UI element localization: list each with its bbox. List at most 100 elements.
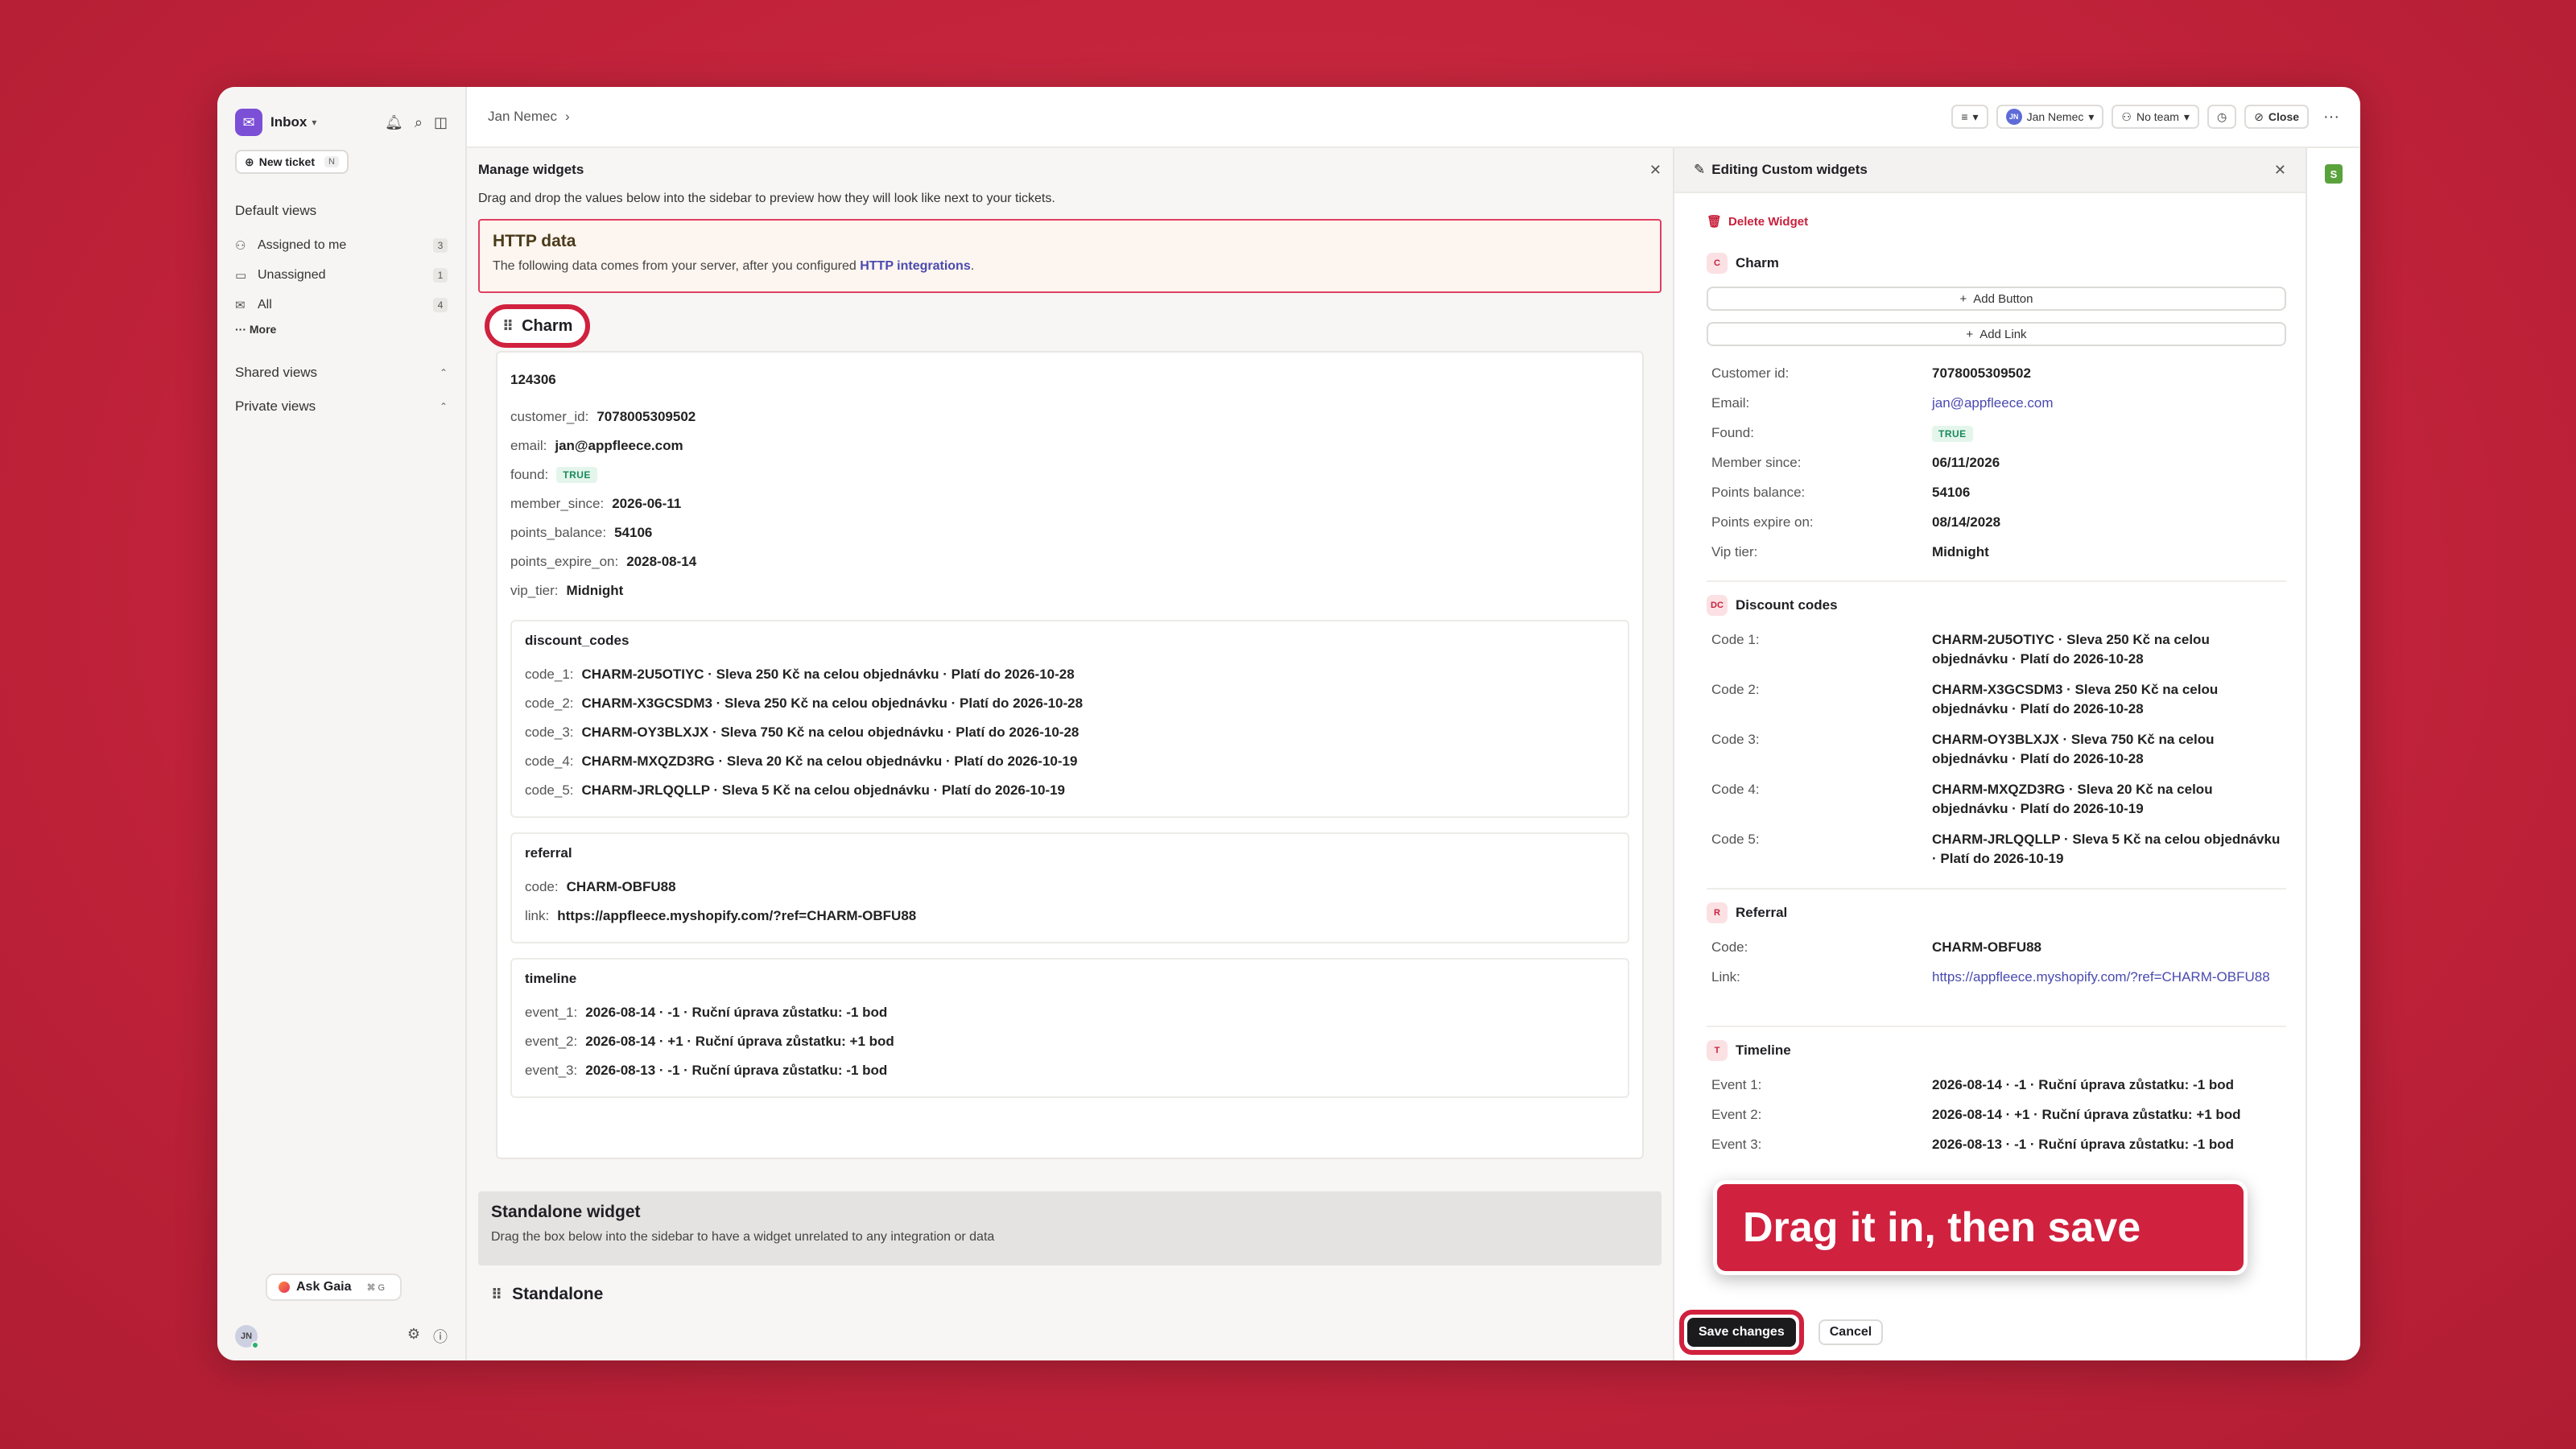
topbar: Jan Nemec › ≡ ▾ JN Jan Nemec ▾ ⚇ No team… <box>467 87 2360 148</box>
drag-handle-icon[interactable]: ⠿ <box>502 318 514 335</box>
discount-codes-title: DC Discount codes <box>1707 595 2286 616</box>
add-link-button[interactable]: + Add Link <box>1707 322 2286 346</box>
field-row[interactable]: event_2: 2026-08-14 · +1 · Ruční úprava z… <box>525 1027 1615 1056</box>
discount-codes-group[interactable]: discount_codes code_1: CHARM-2U5OTIYC · S… <box>510 620 1629 818</box>
charm-data-card: 124306 customer_id: 7078005309502 email: j… <box>496 351 1644 1159</box>
field-row[interactable]: Code 2: CHARM-X3GCSDM3 · Sleva 250 Kč na … <box>1711 680 2286 730</box>
priority-icon: ≡ <box>1961 110 1968 123</box>
field-row[interactable]: Code 5: CHARM-JRLQQLLP · Sleva 5 Kč na ce… <box>1711 830 2286 880</box>
field-row[interactable]: Code 1: CHARM-2U5OTIYC · Sleva 250 Kč na … <box>1711 630 2286 680</box>
field-row[interactable]: code_3: CHARM-OY3BLXJX · Sleva 750 Kč na … <box>525 718 1615 747</box>
assignee-dropdown[interactable]: JN Jan Nemec ▾ <box>1996 105 2104 129</box>
close-ticket-button[interactable]: ⊘ Close <box>2244 105 2310 129</box>
field-row[interactable]: vip_tier: Midnight <box>510 576 1629 605</box>
priority-dropdown[interactable]: ≡ ▾ <box>1951 105 1988 129</box>
field-row[interactable]: code_4: CHARM-MXQZD3RG · Sleva 20 Kč na c… <box>525 747 1615 776</box>
plus-icon: + <box>1959 291 1967 306</box>
private-views-toggle[interactable]: Private views ⌃ <box>235 398 448 415</box>
field-row[interactable]: email: jan@appfleece.com <box>510 431 1629 460</box>
charm-draggable-widget[interactable]: ⠿ Charm <box>485 304 591 348</box>
referral-group[interactable]: referral code: CHARM-OBFU88 link: https://… <box>510 832 1629 943</box>
sidebar-item-unassigned[interactable]: ▭ Unassigned 1 <box>235 260 448 290</box>
field-row[interactable]: Email: jan@appfleece.com <box>1711 394 2286 423</box>
field-row[interactable]: Customer id: 7078005309502 <box>1711 364 2286 394</box>
sidebar-item-count: 3 <box>433 237 448 253</box>
save-changes-button[interactable]: Save changes <box>1687 1318 1796 1347</box>
field-row[interactable]: Found: TRUE <box>1711 423 2286 453</box>
field-row[interactable]: code_1: CHARM-2U5OTIYC · Sleva 250 Kč na … <box>525 660 1615 689</box>
field-row[interactable]: code_5: CHARM-JRLQQLLP · Sleva 5 Kč na ce… <box>525 776 1615 805</box>
shopify-icon[interactable]: S <box>2325 164 2343 184</box>
editing-footer: Save changes Cancel <box>1674 1304 2306 1360</box>
standalone-draggable-widget[interactable]: ⠿ Standalone <box>491 1285 603 1304</box>
sidebar-item-count: 1 <box>433 267 448 283</box>
email-link[interactable]: jan@appfleece.com <box>1932 394 2286 413</box>
inbox-switcher[interactable]: Inbox <box>270 114 307 130</box>
field-row[interactable]: code: CHARM-OBFU88 <box>525 873 1615 902</box>
field-row[interactable]: event_3: 2026-08-13 · -1 · Ruční úprava z… <box>525 1056 1615 1085</box>
sidebar-item-count: 4 <box>433 297 448 312</box>
field-row[interactable]: found: TRUE <box>510 460 1629 489</box>
field-row[interactable]: link: https://appfleece.myshopify.com/?re… <box>525 902 1615 931</box>
charm-id[interactable]: 124306 <box>510 365 1629 394</box>
team-dropdown[interactable]: ⚇ No team ▾ <box>2112 105 2199 129</box>
field-row[interactable]: points_balance: 54106 <box>510 518 1629 547</box>
drag-handle-icon[interactable]: ⠿ <box>491 1286 502 1303</box>
standalone-description: Drag the box below into the sidebar to h… <box>491 1230 995 1244</box>
timeline-title: T Timeline <box>1707 1040 2286 1061</box>
field-row[interactable]: Points balance: 54106 <box>1711 483 2286 513</box>
field-row[interactable]: Event 3: 2026-08-13 · -1 · Ruční úprava z… <box>1711 1135 2286 1165</box>
ask-gaia-button[interactable]: Ask Gaia ⌘ G <box>266 1274 402 1301</box>
field-row[interactable]: member_since: 2026-06-11 <box>510 489 1629 518</box>
bell-icon[interactable]: 🔔︎ <box>385 114 403 131</box>
field-row[interactable]: Event 1: 2026-08-14 · -1 · Ruční úprava z… <box>1711 1075 2286 1105</box>
sidebar-more-link[interactable]: ··· More <box>235 323 448 336</box>
timeline-group[interactable]: timeline event_1: 2026-08-14 · -1 · Ruční… <box>510 958 1629 1098</box>
chevron-down-icon: ▾ <box>2088 109 2095 123</box>
search-icon[interactable]: ⌕ <box>415 114 423 131</box>
field-row[interactable]: Code: CHARM-OBFU88 <box>1711 938 2286 968</box>
field-row[interactable]: Event 2: 2026-08-14 · +1 · Ruční úprava z… <box>1711 1105 2286 1135</box>
panel-title: Editing Custom widgets <box>1711 162 1868 177</box>
user-avatar[interactable]: JN <box>235 1325 259 1349</box>
field-row[interactable]: code_2: CHARM-X3GCSDM3 · Sleva 250 Kč na … <box>525 689 1615 718</box>
shared-views-toggle[interactable]: Shared views ⌃ <box>235 365 448 381</box>
field-row[interactable]: Points expire on: 08/14/2028 <box>1711 513 2286 543</box>
new-ticket-button[interactable]: ⊕ New ticket N <box>235 150 349 174</box>
snooze-button[interactable]: ◷ <box>2207 105 2237 129</box>
ellipsis-icon: ··· <box>235 323 246 336</box>
add-button-button[interactable]: + Add Button <box>1707 287 2286 311</box>
standalone-title: Standalone widget <box>491 1203 641 1221</box>
sidebar-item-assigned[interactable]: ⚇ Assigned to me 3 <box>235 230 448 260</box>
referral-link[interactable]: https://appfleece.myshopify.com/?ref=CHA… <box>1932 968 2286 987</box>
field-row[interactable]: Code 3: CHARM-OY3BLXJX · Sleva 750 Kč na … <box>1711 730 2286 780</box>
http-integrations-link[interactable]: HTTP integrations <box>860 259 971 273</box>
field-row[interactable]: points_expire_on: 2028-08-14 <box>510 547 1629 576</box>
standalone-widget-notice: Standalone widget Drag the box below int… <box>478 1191 1662 1265</box>
timeline-icon: T <box>1707 1040 1728 1061</box>
charm-widget-title: C Charm <box>1707 253 2286 274</box>
close-icon[interactable]: ✕ <box>1649 162 1662 179</box>
sidebar-item-all[interactable]: ✉ All 4 <box>235 290 448 320</box>
field-row[interactable]: Member since: 06/11/2026 <box>1711 453 2286 483</box>
field-row[interactable]: Code 4: CHARM-MXQZD3RG · Sleva 20 Kč na c… <box>1711 780 2286 830</box>
group-title: timeline <box>525 971 577 986</box>
breadcrumb[interactable]: Jan Nemec › <box>488 109 570 125</box>
shortcut-hint: ⌘ G <box>366 1282 386 1293</box>
cancel-button[interactable]: Cancel <box>1818 1319 1884 1345</box>
user-icon: ⚇ <box>235 238 246 253</box>
chevron-up-icon: ⌃ <box>439 401 448 412</box>
field-row[interactable]: Link: https://appfleece.myshopify.com/?re… <box>1711 968 2286 1018</box>
delete-widget-button[interactable]: 🗑︎ Delete Widget <box>1707 214 2286 229</box>
layout-icon[interactable]: ◫ <box>434 114 448 131</box>
more-options-icon[interactable]: ··· <box>2323 108 2339 126</box>
chevron-down-icon[interactable]: ▾ <box>312 117 316 128</box>
pencil-icon: ✎ <box>1694 162 1706 177</box>
field-row[interactable]: customer_id: 7078005309502 <box>510 402 1629 431</box>
field-row[interactable]: Vip tier: Midnight <box>1711 543 2286 572</box>
help-icon[interactable]: ⓘ <box>433 1326 448 1347</box>
field-row[interactable]: event_1: 2026-08-14 · -1 · Ruční úprava z… <box>525 998 1615 1027</box>
assignee-avatar: JN <box>2005 109 2022 125</box>
settings-icon[interactable]: ⚙ <box>407 1326 420 1347</box>
close-icon[interactable]: ✕ <box>2274 162 2286 179</box>
